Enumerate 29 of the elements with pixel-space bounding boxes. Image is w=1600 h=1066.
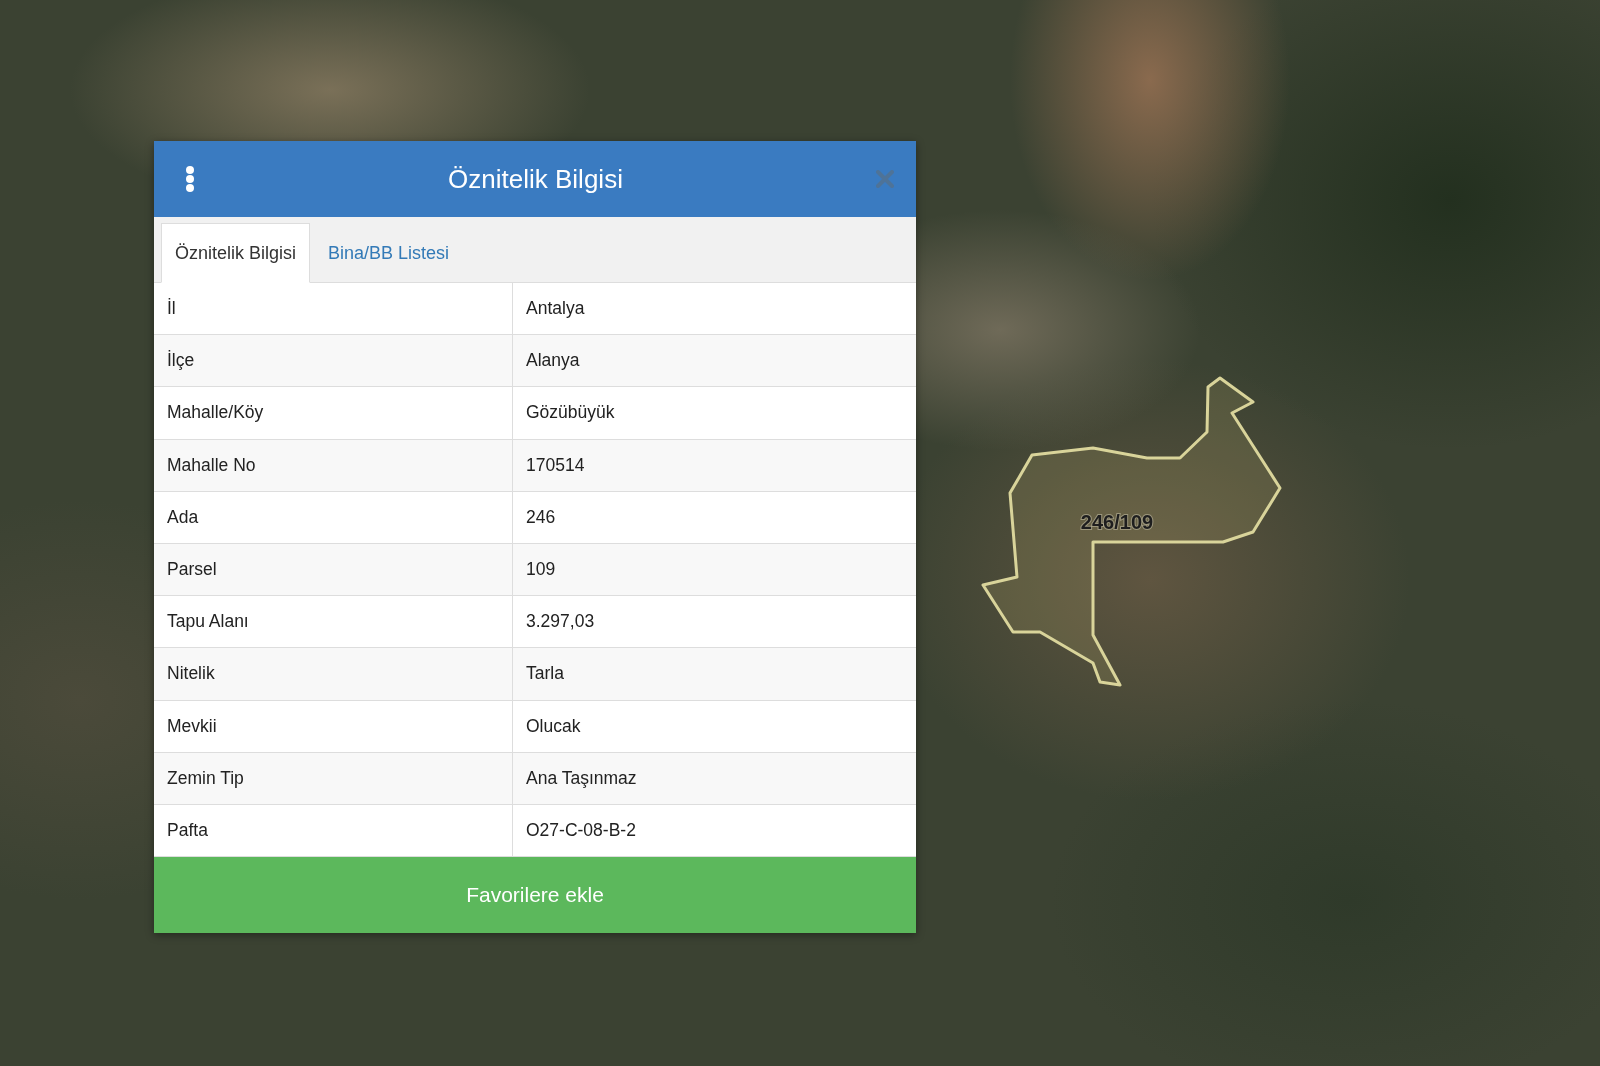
table-cell: Tapu Alanı bbox=[154, 596, 513, 649]
tab[interactable]: Öznitelik Bilgisi bbox=[161, 223, 311, 283]
tab[interactable]: Bina/BB Listesi bbox=[314, 223, 464, 283]
dialog-title: Öznitelik Bilgisi bbox=[448, 163, 623, 195]
table-cell: Parsel bbox=[154, 543, 513, 597]
table-cell: Ada bbox=[154, 491, 513, 544]
table-cell: Pafta bbox=[154, 804, 513, 858]
table-cell: Mevkii bbox=[154, 700, 513, 753]
table-cell: 170514 bbox=[513, 439, 916, 492]
table-cell: Zemin Tip bbox=[154, 752, 513, 805]
table-cell: 109 bbox=[513, 543, 916, 597]
table-cell: 246 bbox=[513, 491, 916, 544]
table-cell: Mahalle/Köy bbox=[154, 387, 513, 440]
table-cell: İlçe bbox=[154, 335, 513, 388]
parcel-outline[interactable] bbox=[981, 376, 1282, 687]
table-cell: Gözübüyük bbox=[513, 387, 916, 440]
table-cell: İl bbox=[154, 283, 513, 336]
table-cell: Olucak bbox=[513, 700, 916, 753]
table-cell: Alanya bbox=[513, 335, 916, 388]
table-cell: Tarla bbox=[513, 648, 916, 701]
table-cell: 3.297,03 bbox=[513, 596, 916, 649]
table-cell: Antalya bbox=[513, 283, 916, 336]
table-cell: Nitelik bbox=[154, 648, 513, 701]
add-favorites-button[interactable]: Favorilere ekle bbox=[154, 857, 916, 934]
table-cell: O27-C-08-B-2 bbox=[513, 804, 916, 858]
parcel-label: 246/109 bbox=[1080, 511, 1154, 533]
table-cell: Ana Taşınmaz bbox=[513, 752, 916, 805]
menu-icon[interactable] bbox=[185, 166, 195, 192]
table-cell: Mahalle No bbox=[154, 439, 513, 492]
